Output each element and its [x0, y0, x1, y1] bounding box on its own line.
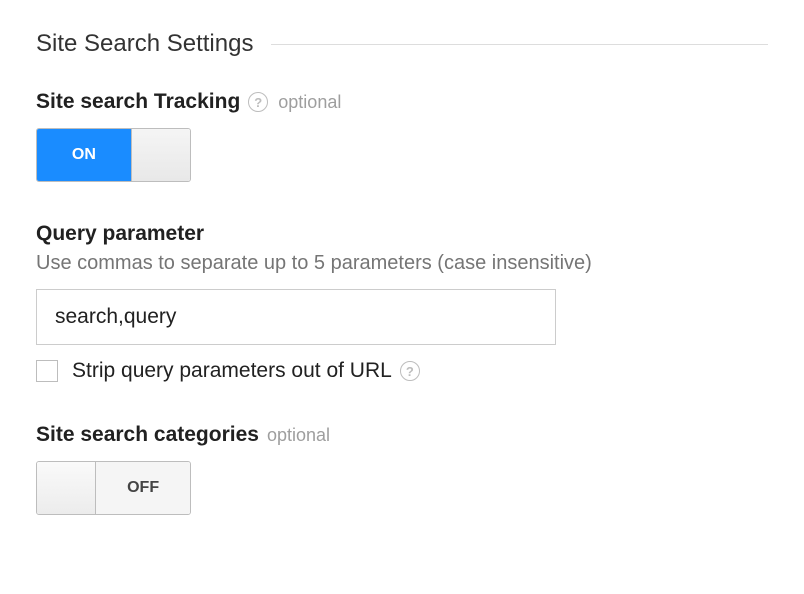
- tracking-toggle-on-label: ON: [37, 129, 131, 181]
- tracking-label-row: Site search Tracking ? optional: [36, 90, 768, 114]
- tracking-toggle[interactable]: ON: [36, 128, 191, 182]
- help-icon[interactable]: ?: [248, 92, 268, 112]
- strip-query-label: Strip query parameters out of URL: [72, 359, 392, 383]
- query-label: Query parameter: [36, 222, 204, 246]
- strip-query-checkbox[interactable]: [36, 360, 58, 382]
- tracking-toggle-handle: [131, 129, 190, 181]
- tracking-label: Site search Tracking: [36, 90, 240, 114]
- tracking-field-group: Site search Tracking ? optional ON: [36, 90, 768, 182]
- categories-toggle-handle: [37, 462, 96, 514]
- help-icon[interactable]: ?: [400, 361, 420, 381]
- query-parameter-input[interactable]: [36, 289, 556, 345]
- query-label-row: Query parameter: [36, 222, 768, 246]
- section-title: Site Search Settings: [36, 30, 253, 58]
- categories-toggle-off-label: OFF: [96, 462, 190, 514]
- query-field-group: Query parameter Use commas to separate u…: [36, 222, 768, 383]
- categories-toggle[interactable]: OFF: [36, 461, 191, 515]
- categories-label-row: Site search categories optional: [36, 423, 768, 447]
- tracking-optional: optional: [278, 92, 341, 113]
- section-header: Site Search Settings: [36, 30, 768, 58]
- query-help-text: Use commas to separate up to 5 parameter…: [36, 252, 768, 275]
- categories-field-group: Site search categories optional OFF: [36, 423, 768, 519]
- categories-label: Site search categories: [36, 423, 259, 447]
- strip-query-row: Strip query parameters out of URL ?: [36, 359, 768, 383]
- section-divider: [271, 44, 768, 45]
- categories-optional: optional: [267, 425, 330, 446]
